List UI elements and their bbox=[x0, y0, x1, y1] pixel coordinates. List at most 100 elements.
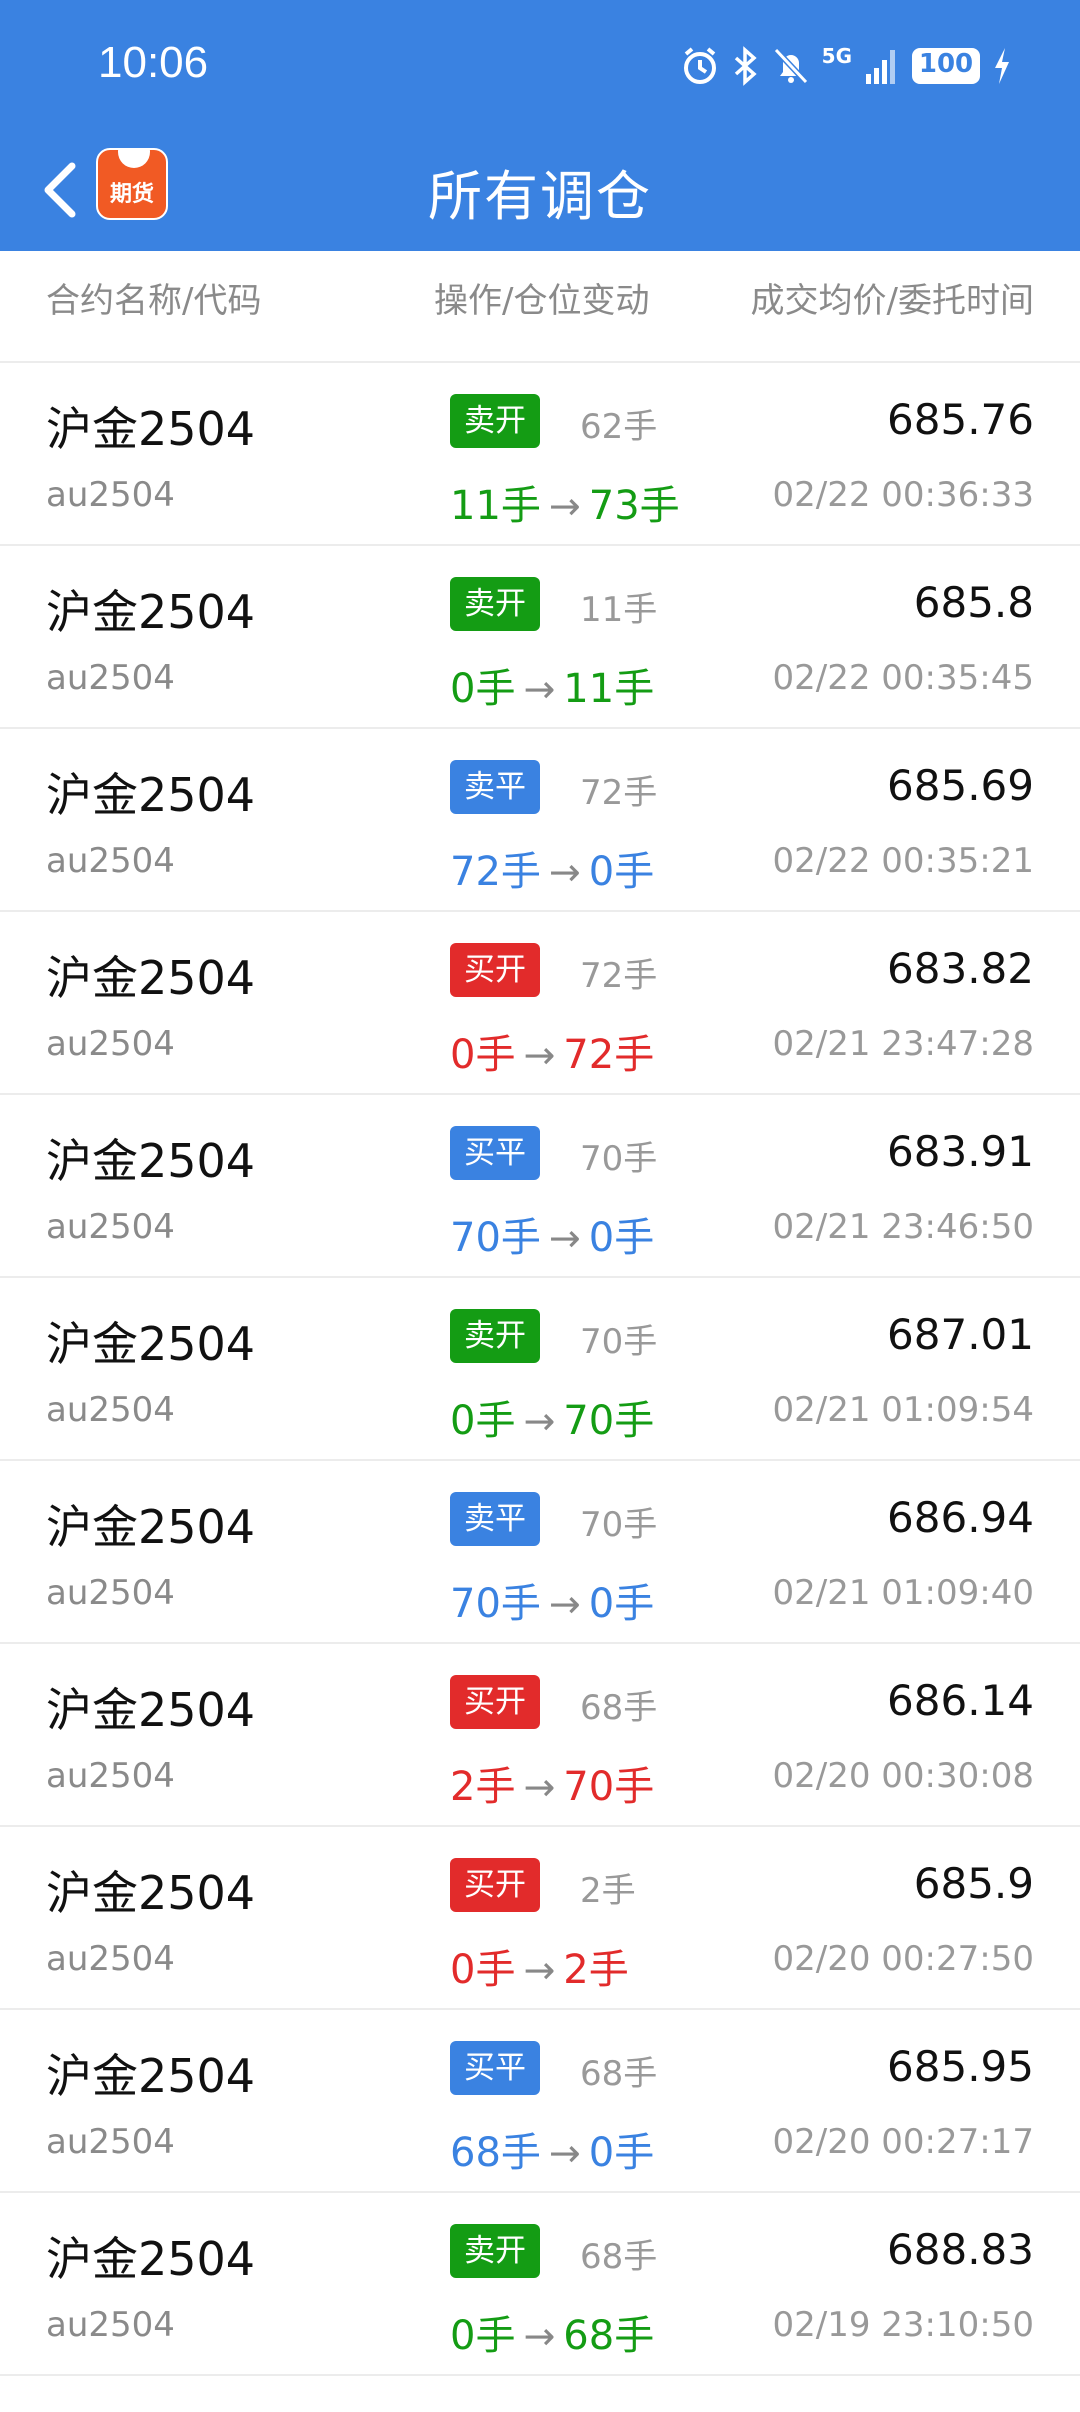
list-item[interactable]: 沪金2504 au2504 卖平 70手 70手 → 0手 686.94 02/21… bbox=[0, 1461, 1080, 1644]
position-from: 68手 bbox=[450, 2130, 541, 2176]
position-from: 72手 bbox=[450, 849, 541, 895]
position-to: 0手 bbox=[588, 1581, 655, 1627]
network-type: 5G bbox=[821, 44, 852, 68]
arrow-right-icon: → bbox=[548, 1216, 581, 1260]
position-to: 70手 bbox=[563, 1764, 655, 1810]
list-item[interactable]: 沪金2504 au2504 卖平 72手 72手 → 0手 685.69 02/22… bbox=[0, 729, 1080, 912]
list-item[interactable]: 沪金2504 au2504 卖开 70手 0手 → 70手 687.01 02/21… bbox=[0, 1278, 1080, 1461]
position-change: 0手 → 72手 bbox=[450, 1022, 654, 1080]
position-to: 70手 bbox=[563, 1398, 655, 1444]
adjustment-list[interactable]: 沪金2504 au2504 卖开 62手 11手 → 73手 685.76 02/2… bbox=[0, 363, 1080, 2376]
position-change: 70手 → 0手 bbox=[450, 1205, 654, 1263]
status-time: 10:06 bbox=[98, 38, 209, 87]
action-badge: 买平 bbox=[450, 2041, 540, 2095]
action-badge: 卖开 bbox=[450, 394, 540, 448]
position-from: 0手 bbox=[450, 1947, 516, 1993]
list-item[interactable]: 沪金2504 au2504 买平 68手 68手 → 0手 685.95 02/20… bbox=[0, 2010, 1080, 2193]
average-price: 686.94 bbox=[887, 1493, 1034, 1542]
bell-muted-icon bbox=[773, 47, 808, 85]
position-change: 0手 → 11手 bbox=[450, 656, 654, 714]
action-badge: 买平 bbox=[450, 1126, 540, 1180]
contract-name: 沪金2504 bbox=[46, 1500, 256, 1554]
list-item[interactable]: 沪金2504 au2504 买开 68手 2手 → 70手 686.14 02/20… bbox=[0, 1644, 1080, 1827]
signal-icon bbox=[866, 50, 895, 84]
nav-bar: 期货 所有调仓 bbox=[0, 134, 1080, 251]
trade-quantity: 72手 bbox=[580, 773, 658, 813]
trade-quantity: 62手 bbox=[580, 407, 658, 447]
arrow-right-icon: → bbox=[548, 2131, 581, 2175]
charging-icon bbox=[995, 48, 1009, 84]
order-time: 02/20 00:27:17 bbox=[772, 2122, 1035, 2162]
contract-name: 沪金2504 bbox=[46, 768, 256, 822]
list-item[interactable]: 沪金2504 au2504 买开 2手 0手 → 2手 685.9 02/20 00… bbox=[0, 1827, 1080, 2010]
contract-code: au2504 bbox=[46, 841, 175, 881]
trade-quantity: 72手 bbox=[580, 956, 658, 996]
order-time: 02/19 23:10:50 bbox=[772, 2305, 1035, 2345]
arrow-right-icon: → bbox=[523, 2314, 556, 2358]
trade-quantity: 68手 bbox=[580, 1688, 658, 1728]
status-bar: 10:06 5G 100 bbox=[0, 0, 1080, 134]
contract-code: au2504 bbox=[46, 1024, 175, 1064]
trade-quantity: 2手 bbox=[580, 1871, 636, 1911]
alarm-icon bbox=[683, 47, 716, 84]
position-to: 68手 bbox=[563, 2313, 655, 2359]
order-time: 02/21 23:46:50 bbox=[772, 1207, 1035, 1247]
position-from: 0手 bbox=[450, 1398, 516, 1444]
contract-name: 沪金2504 bbox=[46, 1683, 256, 1737]
position-change: 0手 → 2手 bbox=[450, 1937, 629, 1995]
trade-quantity: 70手 bbox=[580, 1139, 658, 1179]
column-header: 合约名称/代码 操作/仓位变动 成交均价/委托时间 bbox=[0, 251, 1080, 363]
average-price: 683.82 bbox=[887, 944, 1034, 993]
position-change: 72手 → 0手 bbox=[450, 839, 654, 897]
action-badge: 卖开 bbox=[450, 2224, 540, 2278]
contract-code: au2504 bbox=[46, 1207, 175, 1247]
contract-code: au2504 bbox=[46, 475, 175, 515]
trade-quantity: 68手 bbox=[580, 2237, 658, 2277]
position-change: 68手 → 0手 bbox=[450, 2120, 654, 2178]
bluetooth-icon bbox=[734, 46, 757, 86]
position-from: 11手 bbox=[450, 483, 541, 529]
action-badge: 卖平 bbox=[450, 1492, 540, 1546]
action-badge: 卖平 bbox=[450, 760, 540, 814]
column-price-time: 成交均价/委托时间 bbox=[750, 281, 1034, 321]
average-price: 685.9 bbox=[913, 1859, 1034, 1908]
top-bar: 10:06 5G 100 期货 所有调仓 bbox=[0, 0, 1080, 251]
contract-code: au2504 bbox=[46, 1756, 175, 1796]
contract-code: au2504 bbox=[46, 2122, 175, 2162]
position-from: 0手 bbox=[450, 2313, 516, 2359]
contract-name: 沪金2504 bbox=[46, 2232, 256, 2286]
contract-name: 沪金2504 bbox=[46, 2049, 256, 2103]
contract-name: 沪金2504 bbox=[46, 402, 256, 456]
average-price: 687.01 bbox=[887, 1310, 1034, 1359]
contract-code: au2504 bbox=[46, 1390, 175, 1430]
column-name: 合约名称/代码 bbox=[46, 281, 262, 321]
position-change: 0手 → 68手 bbox=[450, 2303, 654, 2361]
status-icons: 5G 100 bbox=[680, 44, 1012, 88]
column-operation: 操作/仓位变动 bbox=[434, 281, 650, 321]
order-time: 02/21 01:09:40 bbox=[772, 1573, 1035, 1613]
action-badge: 卖开 bbox=[450, 1309, 540, 1363]
trade-quantity: 70手 bbox=[580, 1505, 658, 1545]
position-change: 0手 → 70手 bbox=[450, 1388, 654, 1446]
list-item[interactable]: 沪金2504 au2504 卖开 68手 0手 → 68手 688.83 02/19… bbox=[0, 2193, 1080, 2376]
position-to: 72手 bbox=[563, 1032, 655, 1078]
list-item[interactable]: 沪金2504 au2504 卖开 62手 11手 → 73手 685.76 02/2… bbox=[0, 363, 1080, 546]
list-item[interactable]: 沪金2504 au2504 买平 70手 70手 → 0手 683.91 02/21… bbox=[0, 1095, 1080, 1278]
average-price: 685.95 bbox=[887, 2042, 1034, 2091]
position-to: 0手 bbox=[588, 2130, 655, 2176]
position-change: 2手 → 70手 bbox=[450, 1754, 654, 1812]
battery-icon: 100 bbox=[912, 48, 980, 84]
arrow-right-icon: → bbox=[548, 1582, 581, 1626]
contract-name: 沪金2504 bbox=[46, 951, 256, 1005]
average-price: 688.83 bbox=[887, 2225, 1034, 2274]
order-time: 02/21 01:09:54 bbox=[772, 1390, 1035, 1430]
position-to: 0手 bbox=[588, 1215, 655, 1261]
contract-code: au2504 bbox=[46, 1573, 175, 1613]
contract-code: au2504 bbox=[46, 1939, 175, 1979]
page-title: 所有调仓 bbox=[428, 165, 652, 228]
position-to: 73手 bbox=[588, 483, 680, 529]
arrow-right-icon: → bbox=[523, 1765, 556, 1809]
list-item[interactable]: 沪金2504 au2504 卖开 11手 0手 → 11手 685.8 02/22 … bbox=[0, 546, 1080, 729]
position-change: 70手 → 0手 bbox=[450, 1571, 654, 1629]
list-item[interactable]: 沪金2504 au2504 买开 72手 0手 → 72手 683.82 02/21… bbox=[0, 912, 1080, 1095]
